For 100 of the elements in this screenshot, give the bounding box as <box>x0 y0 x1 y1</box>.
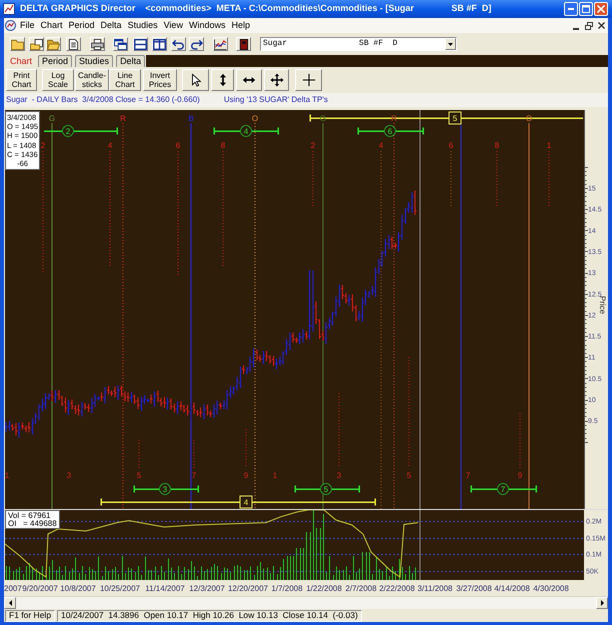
scroll-right-button[interactable] <box>596 597 608 609</box>
horizontal-split-icon <box>134 38 147 50</box>
horizontal-arrows-button[interactable] <box>236 69 262 91</box>
menu-item[interactable]: Period <box>66 19 98 32</box>
date-axis-label: 1/7/2008 <box>271 584 303 593</box>
undo-button[interactable] <box>171 37 186 51</box>
undo-icon <box>172 38 185 50</box>
date-axis-label: 12/3/2007 <box>189 584 225 593</box>
document-icon <box>67 38 80 50</box>
tab[interactable]: Delta <box>116 55 146 67</box>
document-folder-button[interactable] <box>29 37 44 51</box>
range-bar <box>133 486 199 492</box>
marker-line <box>548 150 550 206</box>
horizontal-split-button[interactable] <box>133 37 148 51</box>
vertical-split-icon <box>153 38 166 50</box>
range-bar <box>357 128 424 134</box>
cascade-windows-button[interactable] <box>113 37 128 51</box>
crosshair-button[interactable] <box>295 69 322 91</box>
menu-item[interactable]: Chart <box>38 19 66 32</box>
circled-number: 5 <box>320 483 332 495</box>
folder-button[interactable] <box>10 37 25 51</box>
door-icon <box>237 38 250 50</box>
chart-button[interactable] <box>213 37 228 51</box>
cycle-number: 9 <box>518 471 522 480</box>
tab[interactable]: Period <box>38 55 72 67</box>
cycle-number: 5 <box>406 471 412 480</box>
restore-icon <box>584 22 592 30</box>
date-axis-label: 4/14/2008 <box>494 584 530 593</box>
chart-option-button[interactable]: Log Scale <box>42 69 74 91</box>
horizontal-scrollbar[interactable] <box>4 596 608 609</box>
vertical-arrows-button[interactable] <box>211 69 234 91</box>
document-folder-icon <box>30 38 43 50</box>
date-axis-label: 2/7/2008 <box>345 584 377 593</box>
date-axis-label: 10/8/2007 <box>60 584 96 593</box>
menu-item[interactable]: File <box>17 19 38 32</box>
menu-item[interactable]: Delta <box>98 19 125 32</box>
tab[interactable]: Studies <box>75 55 114 67</box>
minimize-icon <box>572 28 578 30</box>
plus-icon <box>302 73 316 87</box>
menu-item[interactable]: Windows <box>186 19 228 32</box>
circled-number: 3 <box>159 483 171 495</box>
cycle-number: 9 <box>244 471 248 480</box>
app-icon <box>5 20 16 31</box>
menu-item[interactable]: View <box>160 19 186 32</box>
circled-number: 4 <box>240 125 252 137</box>
vertical-split-button[interactable] <box>152 37 167 51</box>
chart-summary: Sugar - DAILY Bars 3/4/2008 Close = 14.360 (-0.660) <box>6 94 200 106</box>
range-bar <box>470 486 537 492</box>
date-axis-label: 11/14/2007 <box>145 584 185 593</box>
right-arrow-icon <box>600 600 604 606</box>
circled-number: 6 <box>384 125 396 137</box>
chart-option-button[interactable]: Candle-sticks <box>75 69 109 91</box>
cycle-number: 4 <box>108 141 112 150</box>
date-axis-label: 3/11/2008 <box>418 584 452 593</box>
open-folder-button[interactable] <box>46 37 61 51</box>
folder-icon <box>11 38 24 50</box>
chart-option-button[interactable]: Line Chart <box>109 69 141 91</box>
chart-option-button[interactable]: Invert Prices <box>143 69 177 91</box>
range-bar <box>294 486 360 492</box>
window-title: DELTA GRAPHICS Director <commodities> META - C:\Commodities\Commodities - [Sugar SB #F D] <box>20 2 492 16</box>
app-icon <box>3 3 15 15</box>
close-button[interactable] <box>597 21 606 30</box>
symbol-select[interactable]: Sugar SB #F D <box>260 37 457 51</box>
marker-line <box>138 440 140 468</box>
marker-line <box>496 150 498 206</box>
cycle-number: 1 <box>546 141 552 150</box>
move-icon <box>270 73 284 87</box>
status-text: 10/24/2007 14.3896 Open 10.17 High 10.26 Low 10.13 Close 10.14 (-0.03) <box>57 610 362 622</box>
date-axis-label: 12/20/2007 <box>228 584 268 593</box>
price-axis-title: Price <box>598 296 607 314</box>
print-button[interactable] <box>90 37 105 51</box>
printer-icon <box>91 38 104 50</box>
restore-button[interactable] <box>584 21 593 30</box>
marker-letter: B <box>188 114 194 123</box>
cycle-number: 3 <box>336 471 342 480</box>
menu-item[interactable]: Studies <box>124 19 161 32</box>
document-button[interactable] <box>66 37 81 51</box>
chart-option-button[interactable]: Print Chart <box>6 69 37 91</box>
range-bar <box>213 128 279 134</box>
caret-icon <box>448 42 453 46</box>
maximize-button[interactable] <box>579 2 593 16</box>
cycle-number: 8 <box>220 141 226 150</box>
cycle-number: 3 <box>66 471 72 480</box>
door-button[interactable] <box>236 37 251 51</box>
pointer-button[interactable] <box>182 69 209 91</box>
date-axis-label: 9/20/2007 <box>22 584 58 593</box>
cycle-number: 2 <box>40 141 46 150</box>
boxed-number: 5 <box>448 112 462 124</box>
move-button[interactable] <box>264 69 289 91</box>
scroll-left-button[interactable] <box>4 597 16 609</box>
dropdown-button[interactable] <box>445 38 456 50</box>
marker-letter: O <box>252 114 258 123</box>
cycle-number: 1 <box>272 471 278 480</box>
cycle-number: 7 <box>192 471 196 480</box>
menu-item[interactable]: Help <box>228 19 253 32</box>
date-axis-label: 1/22/2008 <box>306 584 342 593</box>
cascade-windows-icon <box>114 38 127 50</box>
marker-line <box>312 150 314 208</box>
chart-icon <box>214 38 227 50</box>
redo-button[interactable] <box>189 37 204 51</box>
